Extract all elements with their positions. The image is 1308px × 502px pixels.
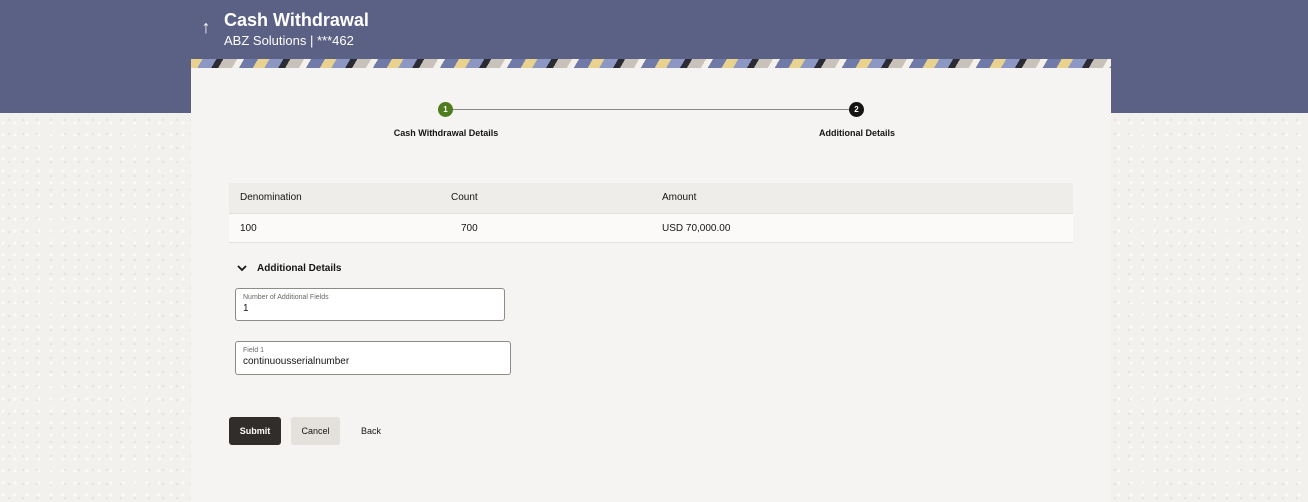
step-1-label[interactable]: Cash Withdrawal Details: [376, 128, 516, 138]
field-1-input[interactable]: Field 1: [235, 341, 511, 375]
number-of-fields-input[interactable]: Number of Additional Fields: [235, 288, 505, 321]
field-1-value[interactable]: [243, 356, 503, 367]
page-subtitle: ABZ Solutions | ***462: [224, 33, 354, 48]
field-1-label: Field 1: [243, 347, 265, 354]
back-arrow-icon[interactable]: ↑: [198, 16, 214, 38]
step-2-label: Additional Details: [818, 128, 895, 138]
table-row: 100 700 USD 70,000.00: [229, 213, 1073, 243]
cancel-button[interactable]: Cancel: [291, 417, 340, 445]
cell-count: 700: [461, 223, 478, 234]
decorative-strip: [191, 59, 1111, 68]
step-2-indicator: 2: [849, 102, 864, 117]
cell-denomination: 100: [240, 223, 257, 234]
back-button[interactable]: Back: [350, 417, 392, 445]
submit-button[interactable]: Submit: [229, 417, 281, 445]
column-header-denomination: Denomination: [240, 192, 302, 203]
cell-amount: USD 70,000.00: [662, 223, 731, 234]
step-1-indicator[interactable]: 1: [438, 102, 453, 117]
section-title: Additional Details: [257, 262, 342, 274]
page-title: Cash Withdrawal: [224, 10, 369, 30]
number-of-fields-label: Number of Additional Fields: [243, 294, 329, 301]
number-of-fields-value[interactable]: [243, 303, 497, 314]
stepper-connector: [446, 109, 857, 110]
chevron-down-icon: [237, 265, 247, 272]
additional-details-toggle[interactable]: Additional Details: [236, 261, 341, 275]
column-header-count: Count: [451, 192, 478, 203]
denomination-table: Denomination Count Amount 100 700 USD 70…: [229, 183, 1073, 243]
column-header-amount: Amount: [662, 192, 697, 203]
table-header: Denomination Count Amount: [229, 183, 1073, 213]
